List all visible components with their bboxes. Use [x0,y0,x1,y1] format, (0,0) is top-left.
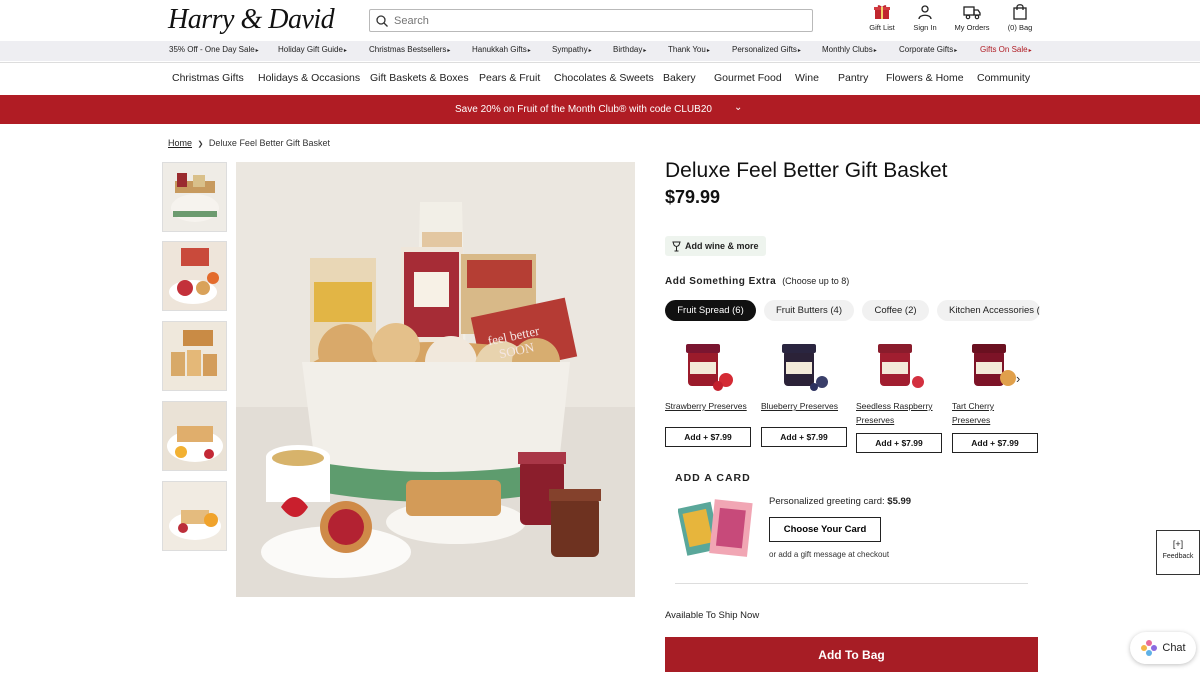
gift-list-label: Gift List [869,23,895,32]
feedback-icon: [+] [1172,539,1184,549]
main-nav-item[interactable]: Bakery [663,72,696,84]
chat-button[interactable]: Chat [1130,632,1196,664]
tab-fruit-butters[interactable]: Fruit Butters (4) [764,300,854,321]
main-nav-item[interactable]: Wine [795,72,819,84]
add-wine-button[interactable]: Add wine & more [665,236,766,256]
breadcrumb-home[interactable]: Home [168,138,192,148]
card-price: $5.99 [887,496,912,507]
main-nav-item[interactable]: Flowers & Home [886,72,964,84]
product-jar-image[interactable] [774,338,834,394]
feedback-label: Feedback [1162,553,1194,560]
card-price-text: Personalized greeting card: $5.99 [769,496,912,507]
add-raspberry-button[interactable]: Add + $7.99 [856,433,942,453]
feedback-button[interactable]: [+] Feedback [1156,530,1200,575]
add-strawberry-button[interactable]: Add + $7.99 [665,427,751,447]
banner-text: Save 20% on Fruit of the Month Club® wit… [455,104,712,115]
product-hero-image[interactable]: feel better SOON [236,162,635,597]
gift-icon [874,5,890,19]
promo-nav-item[interactable]: Corporate Gifts▸ [899,45,957,54]
greeting-card-image[interactable] [678,497,758,561]
promo-nav-item[interactable]: Hanukkah Gifts▸ [472,45,531,54]
sign-in-button[interactable]: Sign In [900,4,950,36]
wine-glass-icon [672,241,681,251]
truck-icon [963,6,981,20]
product-jar-image[interactable] [870,338,930,394]
bag-button[interactable]: (0) Bag [995,4,1045,36]
main-nav-item[interactable]: Pears & Fruit [479,72,540,84]
thumbnail-image[interactable] [162,321,227,391]
breadcrumb: Home ❯ Deluxe Feel Better Gift Basket [168,138,330,148]
divider [675,583,1028,584]
thumbnail-image[interactable] [162,481,227,551]
add-blueberry-button[interactable]: Add + $7.99 [761,427,847,447]
promo-nav-item[interactable]: Sympathy▸ [552,45,592,54]
product-name-link[interactable]: Seedless Raspberry Preserves [856,399,942,427]
bag-label: (0) Bag [1007,23,1033,32]
product-name-link[interactable]: Blueberry Preserves [761,399,851,413]
chevron-right-icon[interactable]: › [1016,371,1032,389]
my-orders-label: My Orders [954,23,990,32]
main-nav-item[interactable]: Pantry [838,72,868,84]
promo-nav-item[interactable]: Birthday▸ [613,45,646,54]
product-jar-image[interactable] [964,338,1024,394]
bag-icon [1013,4,1027,20]
add-wine-label: Add wine & more [685,241,759,251]
product-title: Deluxe Feel Better Gift Basket [665,159,948,182]
breadcrumb-separator: ❯ [197,141,204,148]
gift-message-note: or add a gift message at checkout [769,550,890,559]
main-nav-item[interactable]: Christmas Gifts [172,72,244,84]
main-nav-item[interactable]: Chocolates & Sweets [554,72,654,84]
brand-logo[interactable]: Harry & David [168,4,335,36]
product-price: $79.99 [665,187,721,207]
tab-coffee[interactable]: Coffee (2) [862,300,929,321]
main-nav-item[interactable]: Gift Baskets & Boxes [370,72,469,84]
promo-nav-item[interactable]: Holiday Gift Guide▸ [278,45,347,54]
tab-fruit-spread[interactable]: Fruit Spread (6) [665,300,756,321]
thumbnail-image[interactable] [162,162,227,232]
search-bar[interactable] [369,9,813,32]
add-extra-subheading: (Choose up to 8) [782,276,850,286]
promo-nav-item[interactable]: Christmas Bestsellers▸ [369,45,450,54]
chat-label: Chat [1162,642,1186,654]
promo-nav-item[interactable]: Monthly Clubs▸ [822,45,877,54]
person-icon [918,5,932,20]
chevron-down-icon[interactable]: ⌄ [734,102,742,113]
main-nav-item[interactable]: Gourmet Food [714,72,782,84]
promo-nav-item[interactable]: Thank You▸ [668,45,710,54]
main-nav-item[interactable]: Community [977,72,1030,84]
choose-card-button[interactable]: Choose Your Card [769,517,881,542]
add-cherry-button[interactable]: Add + $7.99 [952,433,1038,453]
add-to-bag-button[interactable]: Add To Bag [665,637,1038,672]
promo-nav-item[interactable]: Personalized Gifts▸ [732,45,801,54]
search-icon[interactable] [376,14,388,27]
thumbnail-image[interactable] [162,241,227,311]
tab-kitchen-accessories[interactable]: Kitchen Accessories ( [937,300,1040,321]
product-name-link[interactable]: Strawberry Preserves [665,399,755,413]
thumbnail-image[interactable] [162,401,227,471]
sign-in-label: Sign In [913,23,937,32]
add-card-heading: ADD A CARD [675,472,751,484]
my-orders-button[interactable]: My Orders [947,4,997,36]
promo-nav-item-sale[interactable]: Gifts On Sale▸ [980,45,1032,54]
add-extra-heading: Add Something Extra (Choose up to 8) [665,276,850,287]
chat-icon [1141,640,1158,656]
promo-nav-item[interactable]: 35% Off - One Day Sale▸ [169,45,259,54]
product-jar-image[interactable] [678,338,738,394]
breadcrumb-current: Deluxe Feel Better Gift Basket [208,138,330,148]
promo-banner[interactable]: Save 20% on Fruit of the Month Club® wit… [0,95,1200,124]
search-input[interactable] [394,14,794,27]
main-nav-item[interactable]: Holidays & Occasions [258,72,360,84]
product-name-link[interactable]: Tart Cherry Preserves [952,399,1022,427]
availability-text: Available To Ship Now [665,610,760,621]
